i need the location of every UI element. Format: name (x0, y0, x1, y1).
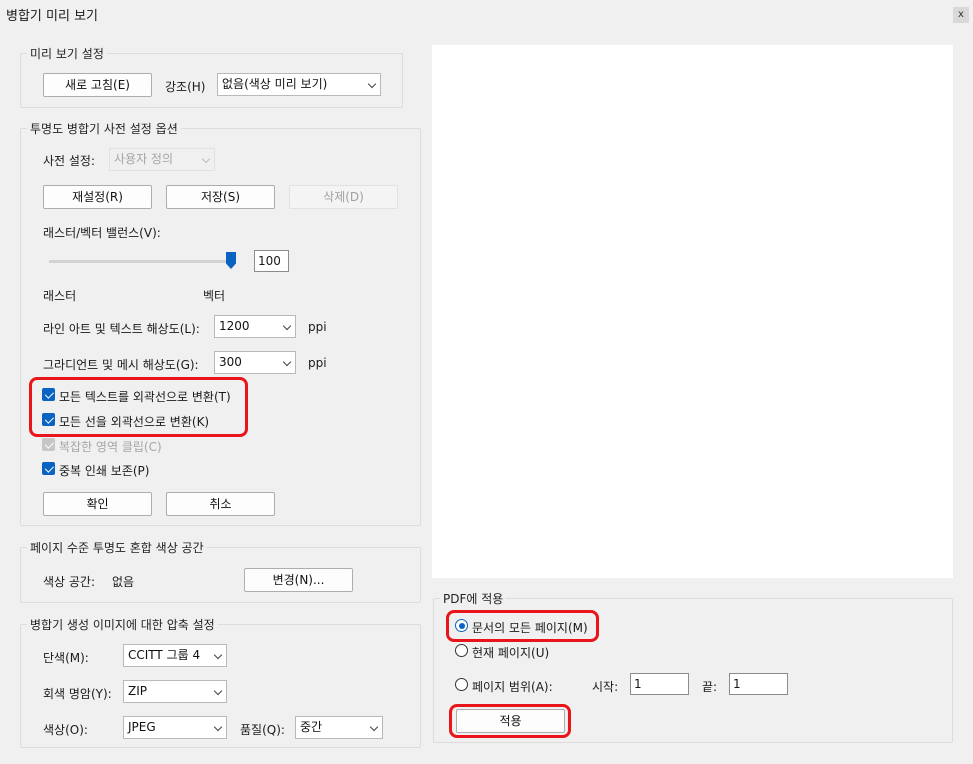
gradient-resolution-label: 그라디언트 및 메시 해상도(G): (43, 358, 199, 372)
title-bar (0, 0, 973, 28)
preview-canvas (432, 45, 953, 578)
chevron-down-icon (213, 650, 223, 660)
range-start-label: 시작: (592, 680, 619, 694)
chevron-down-icon (201, 154, 211, 164)
chevron-down-icon (282, 321, 292, 331)
gray-label: 회색 명암(Y): (43, 687, 112, 701)
chevron-down-icon (367, 79, 377, 89)
mono-value: CCITT 그룹 4 (128, 648, 201, 662)
gray-select[interactable]: ZIP (123, 680, 227, 703)
mono-select[interactable]: CCITT 그룹 4 (123, 644, 227, 667)
quality-select[interactable]: 중간 (295, 716, 383, 739)
highlight-annotation-apply (449, 704, 571, 738)
clip-complex-checkbox (42, 438, 55, 451)
gray-value: ZIP (128, 684, 147, 698)
balance-label: 래스터/벡터 밸런스(V): (43, 226, 161, 240)
highlight-annotation-convert (29, 377, 248, 437)
range-end-label: 끝: (702, 680, 718, 694)
window-title: 병합기 미리 보기 (6, 9, 98, 24)
reset-button[interactable]: 재설정(R) (43, 185, 152, 209)
apply-to-pdf-legend: PDF에 적용 (440, 590, 507, 607)
preset-options-legend: 투명도 병합기 사전 설정 옵션 (27, 120, 181, 137)
highlight-annotation-all-pages (446, 610, 599, 642)
color-label: 색상(O): (43, 723, 88, 737)
save-button[interactable]: 저장(S) (166, 185, 275, 209)
clip-complex-label: 복잡한 영역 클립(C) (59, 440, 162, 454)
preset-select-value: 사용자 정의 (114, 152, 174, 166)
page-range-radio[interactable] (455, 678, 468, 691)
highlight-select-value: 없음(색상 미리 보기) (222, 77, 328, 91)
line-art-resolution-select[interactable]: 1200 (214, 315, 296, 338)
vector-label: 벡터 (203, 289, 226, 303)
raster-label: 래스터 (43, 289, 77, 303)
gradient-resolution-value: 300 (219, 355, 242, 369)
mono-label: 단색(M): (43, 651, 89, 665)
range-start-input[interactable]: 1 (630, 673, 689, 695)
range-end-input[interactable]: 1 (729, 673, 788, 695)
preserve-overprint-checkbox[interactable] (42, 462, 55, 475)
current-page-radio[interactable] (455, 644, 468, 657)
current-page-label[interactable]: 현재 페이지(U) (472, 644, 549, 661)
color-select[interactable]: JPEG (123, 716, 227, 739)
change-color-space-button[interactable]: 변경(N)... (244, 568, 353, 592)
compression-legend: 병합기 생성 이미지에 대한 압축 설정 (27, 616, 218, 633)
page-range-label[interactable]: 페이지 범위(A): (472, 678, 553, 695)
gradient-resolution-select[interactable]: 300 (214, 351, 296, 374)
chevron-down-icon (369, 722, 379, 732)
color-value: JPEG (128, 720, 156, 734)
balance-input[interactable]: 100 (254, 250, 289, 272)
preview-settings-legend: 미리 보기 설정 (27, 45, 107, 62)
gradient-ppi-unit: ppi (308, 356, 327, 370)
ok-button[interactable]: 확인 (43, 492, 152, 516)
preset-select: 사용자 정의 (109, 148, 215, 171)
preset-label: 사전 설정: (43, 154, 96, 168)
chevron-down-icon (213, 722, 223, 732)
highlight-select[interactable]: 없음(색상 미리 보기) (217, 73, 381, 96)
balance-slider-track[interactable] (49, 260, 232, 263)
color-space-legend: 페이지 수준 투명도 혼합 색상 공간 (27, 539, 207, 556)
chevron-down-icon (282, 357, 292, 367)
quality-value: 중간 (300, 720, 323, 734)
cancel-button[interactable]: 취소 (166, 492, 275, 516)
line-art-resolution-label: 라인 아트 및 텍스트 해상도(L): (43, 322, 200, 336)
line-art-ppi-unit: ppi (308, 320, 327, 334)
line-art-resolution-value: 1200 (219, 319, 250, 333)
highlight-label: 강조(H) (165, 80, 206, 94)
chevron-down-icon (213, 686, 223, 696)
delete-button: 삭제(D) (289, 185, 398, 209)
refresh-button[interactable]: 새로 고침(E) (43, 73, 152, 97)
preserve-overprint-label[interactable]: 중복 인쇄 보존(P) (59, 462, 149, 479)
quality-label: 품질(Q): (240, 723, 285, 737)
color-space-value: 없음 (112, 575, 135, 589)
color-space-label: 색상 공간: (43, 575, 96, 589)
close-button[interactable]: x (953, 7, 969, 23)
